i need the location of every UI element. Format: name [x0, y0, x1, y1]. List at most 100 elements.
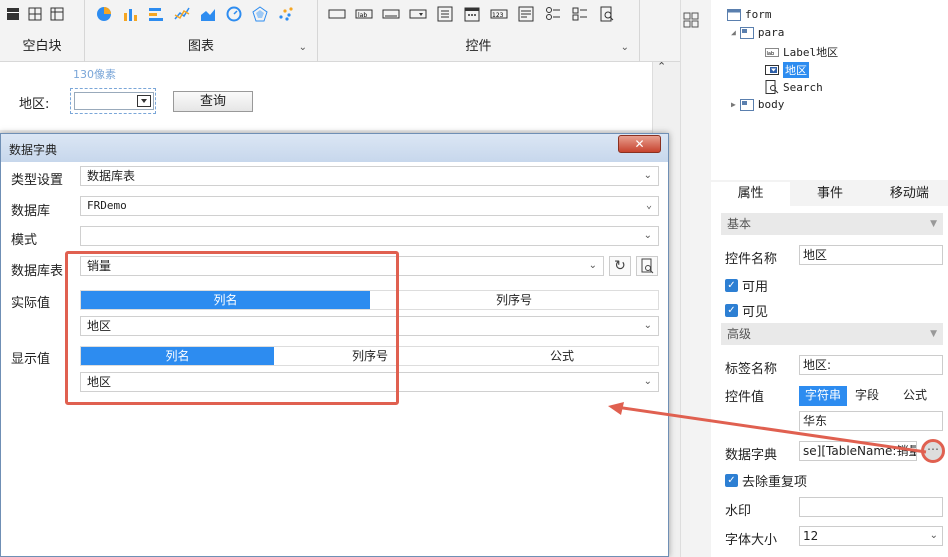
collapse-arrow-icon[interactable]: ▶ [731, 100, 736, 109]
region-combo[interactable] [74, 92, 154, 110]
tag-name-label: 标签名称 [725, 362, 778, 377]
blank-block-group: 空白块 [0, 0, 85, 62]
dialog-titlebar[interactable]: 数据字典 ✕ [1, 134, 668, 162]
watermark-label: 水印 [725, 504, 752, 519]
chart-group-label: 图表 [187, 39, 214, 54]
font-size-select[interactable]: 12 ⌄ [799, 526, 943, 546]
list-control-icon[interactable] [436, 5, 454, 23]
advanced-section-header[interactable]: 高级 ▼ [721, 323, 943, 345]
scatter-chart-icon[interactable] [277, 5, 295, 23]
basic-section-header[interactable]: 基本 ▼ [721, 213, 943, 235]
tree-node-combo[interactable]: 地区 [765, 62, 809, 78]
enabled-checkbox[interactable]: ✓ 可用 [725, 276, 768, 295]
chevron-down-icon[interactable]: ⌄ [930, 527, 938, 545]
combo-dropdown-icon[interactable] [137, 95, 151, 107]
tree-node-para[interactable]: ◢ para [731, 26, 784, 39]
layout-toggle-icon[interactable] [683, 12, 699, 28]
watermark-field[interactable] [799, 497, 943, 517]
dialog-title: 数据字典 [9, 143, 58, 157]
combo-control-icon[interactable] [409, 5, 427, 23]
text-field-control-icon[interactable] [382, 5, 400, 23]
highlight-box [65, 251, 399, 405]
tree-node-label[interactable]: lab Label地区 [765, 44, 838, 60]
svg-text:123: 123 [492, 12, 504, 19]
pie-chart-icon[interactable] [95, 5, 113, 23]
preview-icon[interactable] [636, 256, 658, 276]
display-value-label: 显示值 [11, 352, 51, 367]
close-button[interactable]: ✕ [618, 135, 661, 153]
tree-node-form[interactable]: form [727, 8, 772, 21]
checkmark-icon[interactable]: ✓ [725, 304, 738, 317]
tab-attributes[interactable]: 属性 [711, 182, 791, 206]
tree-node-body[interactable]: ▶ body [731, 98, 784, 111]
collapse-icon[interactable]: ▼ [930, 323, 937, 345]
number-control-icon[interactable]: 123 [490, 5, 508, 23]
collapse-icon[interactable]: ▼ [930, 213, 937, 235]
line-chart-icon[interactable] [173, 5, 191, 23]
type-label: 类型设置 [11, 173, 64, 188]
property-sidebar: form ◢ para lab Label地区 地区 Search ▶ body… [680, 0, 948, 557]
chevron-down-icon[interactable]: ⌄ [644, 167, 652, 185]
dedupe-checkbox[interactable]: ✓ 去除重复项 [725, 471, 807, 490]
property-tabs: 属性 事件 移动端 [711, 182, 948, 206]
actual-value-label: 实际值 [11, 296, 51, 311]
tag-name-field[interactable]: 地区: [799, 355, 943, 375]
radar-chart-icon[interactable] [251, 5, 269, 23]
chevron-down-icon[interactable]: ⌄ [299, 42, 307, 53]
refresh-icon[interactable]: ↻ [609, 256, 631, 276]
size-hint: 130像素 [73, 68, 116, 81]
type-select[interactable]: 数据库表 ⌄ [80, 166, 659, 186]
tab-mobile[interactable]: 移动端 [870, 182, 948, 206]
search-control-icon [765, 80, 779, 94]
chevron-down-icon[interactable]: ⌄ [646, 197, 652, 215]
visible-checkbox[interactable]: ✓ 可见 [725, 301, 768, 320]
expand-arrow-icon[interactable]: ◢ [731, 28, 736, 37]
label-control-icon[interactable]: lab [355, 5, 373, 23]
checkmark-icon[interactable]: ✓ [725, 279, 738, 292]
chevron-down-icon[interactable]: ⌄ [644, 317, 652, 335]
grid-block-icon[interactable] [48, 5, 66, 23]
blank-block-icon[interactable] [4, 5, 22, 23]
region-label[interactable]: 地区: [19, 93, 49, 112]
database-label: 数据库 [11, 204, 51, 219]
tab-events[interactable]: 事件 [790, 182, 869, 206]
chevron-down-icon[interactable]: ⌄ [644, 227, 652, 245]
tree-node-search[interactable]: Search [765, 80, 823, 94]
database-select[interactable]: FRDemo ⌄ [80, 196, 659, 216]
split-block-icon[interactable] [26, 5, 44, 23]
combo-control-icon [765, 65, 779, 75]
annotation-arrow [608, 402, 927, 454]
schema-label: 模式 [11, 233, 38, 248]
widget-tree: form ◢ para lab Label地区 地区 Search ▶ body [711, 0, 948, 180]
table-label: 数据库表 [11, 264, 64, 279]
query-button[interactable]: 查询 [173, 91, 253, 112]
scroll-up-icon[interactable]: ⌃ [657, 60, 666, 73]
button-control-icon[interactable] [328, 5, 346, 23]
display-mode-formula[interactable]: 公式 [466, 347, 658, 365]
textarea-control-icon[interactable] [517, 5, 535, 23]
control-name-field[interactable]: 地区 [799, 245, 943, 265]
actual-mode-column-index[interactable]: 列序号 [370, 291, 658, 309]
date-control-icon[interactable] [463, 5, 481, 23]
bar-chart-icon[interactable] [121, 5, 139, 23]
hbar-chart-icon[interactable] [147, 5, 165, 23]
label-control-icon: lab [765, 48, 779, 57]
search-control-icon[interactable] [598, 5, 616, 23]
controls-group-label: 控件 [465, 39, 492, 54]
ribbon-toolbar: 空白块 图表 ⌄ lab 123 控件 ⌄ [0, 0, 680, 62]
area-chart-icon[interactable] [199, 5, 217, 23]
selected-widget-frame[interactable] [70, 88, 156, 114]
checkmark-icon[interactable]: ✓ [725, 474, 738, 487]
chart-group: 图表 ⌄ [85, 0, 318, 62]
svg-text:lab: lab [358, 12, 367, 19]
schema-select[interactable]: ⌄ [80, 226, 659, 246]
radio-group-control-icon[interactable] [544, 5, 562, 23]
blank-block-label: 空白块 [22, 39, 62, 54]
controls-group: lab 123 控件 ⌄ [318, 0, 640, 62]
gauge-chart-icon[interactable] [225, 5, 243, 23]
svg-text:lab: lab [767, 51, 775, 57]
checkbox-group-control-icon[interactable] [571, 5, 589, 23]
chevron-down-icon[interactable]: ⌄ [644, 373, 652, 391]
chevron-down-icon[interactable]: ⌄ [589, 257, 597, 275]
chevron-down-icon[interactable]: ⌄ [621, 42, 629, 53]
